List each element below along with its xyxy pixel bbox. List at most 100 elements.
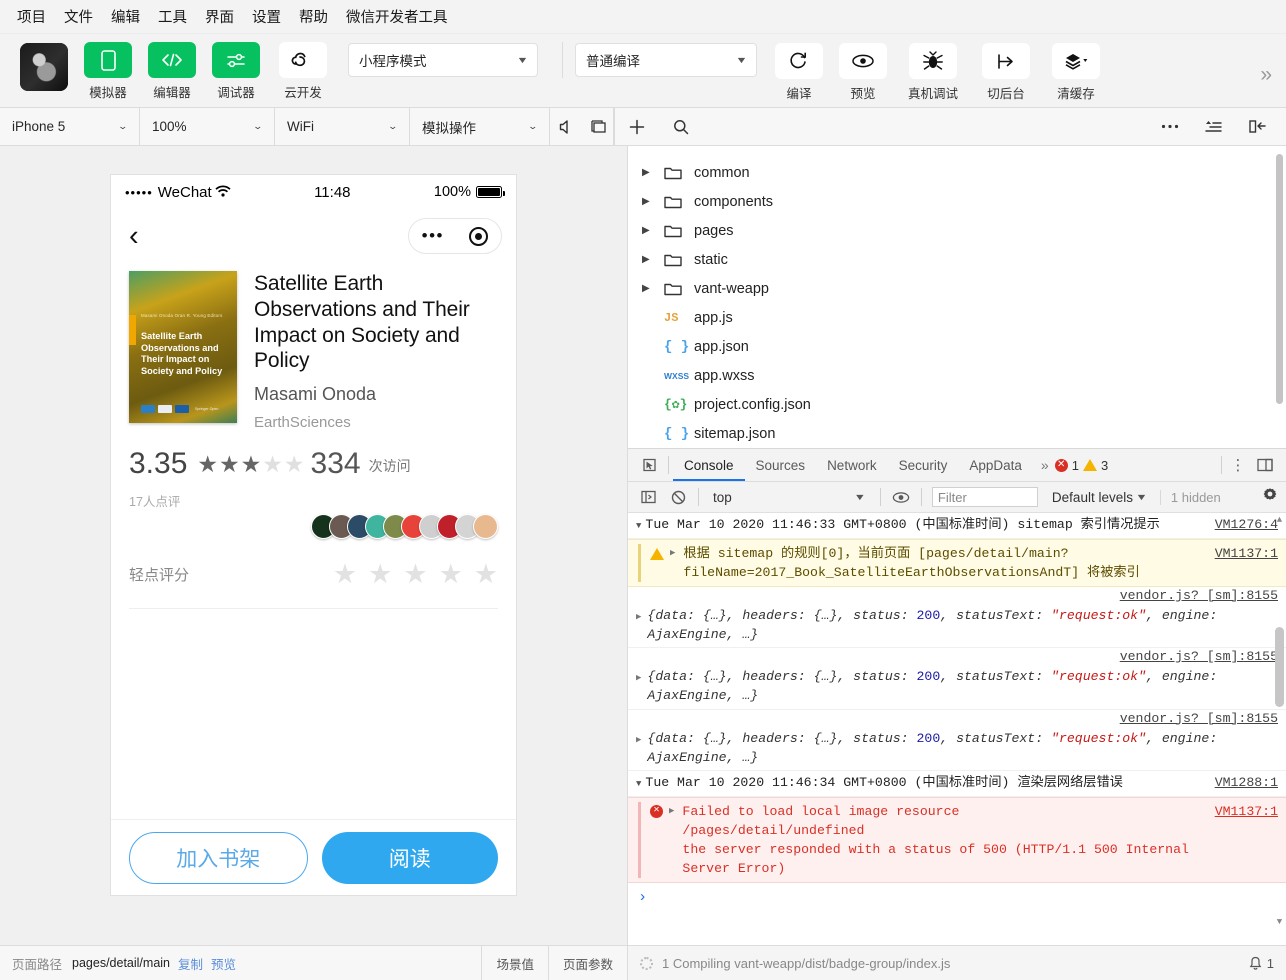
network-select[interactable]: WiFi ⌄ xyxy=(275,108,410,145)
user-avatar-button[interactable] xyxy=(18,43,70,91)
chevron-right-icon[interactable]: ▶ xyxy=(642,196,664,207)
error-count-badge[interactable]: ✕ 1 xyxy=(1054,458,1083,473)
notifications-button[interactable]: 1 xyxy=(1249,956,1274,971)
console-source-link[interactable]: VM1137:1 xyxy=(1215,802,1278,821)
tree-row-components[interactable]: ▶ components xyxy=(628,187,1286,216)
dock-side-icon[interactable] xyxy=(1250,458,1280,472)
toolbar-editor[interactable]: 编辑器 xyxy=(146,42,198,101)
toolbar-simulator[interactable]: 模拟器 xyxy=(82,42,134,101)
console-source-link[interactable]: vendor.js? [sm]:8155 xyxy=(1120,588,1278,603)
console-source-link[interactable]: VM1288:1 xyxy=(1215,774,1278,793)
clear-console-icon[interactable] xyxy=(664,490,692,505)
read-button[interactable]: 阅读 xyxy=(321,831,498,884)
expand-arrow-icon[interactable]: ▶ xyxy=(636,667,643,705)
mode-select[interactable]: 小程序模式 ▼ xyxy=(348,43,538,77)
console-group-header[interactable]: ▼ Tue Mar 10 2020 11:46:34 GMT+0800 (中国标… xyxy=(628,771,1286,797)
tab-security[interactable]: Security xyxy=(888,449,959,481)
more-icon[interactable] xyxy=(1148,108,1192,145)
menu-item-ui[interactable]: 界面 xyxy=(196,3,243,30)
chevron-right-icon[interactable]: ▶ xyxy=(642,225,664,236)
console-object-message[interactable]: vendor.js? [sm]:8155 ▶ {data: {…}, heade… xyxy=(628,648,1286,710)
page-params-button[interactable]: 页面参数 xyxy=(547,946,627,980)
back-icon[interactable]: ‹ xyxy=(125,221,139,251)
devtools-menu-icon[interactable]: ⋮ xyxy=(1226,458,1250,473)
window-icon[interactable] xyxy=(582,108,614,145)
tab-network[interactable]: Network xyxy=(816,449,888,481)
search-icon[interactable] xyxy=(659,108,703,145)
chevron-right-icon[interactable]: ▶ xyxy=(642,283,664,294)
toolbar-debugger[interactable]: 调试器 xyxy=(210,42,262,101)
triangle-down-icon[interactable]: ▼ xyxy=(636,516,641,535)
tree-row-app-wxss[interactable]: WXSS app.wxss xyxy=(628,361,1286,390)
mute-icon[interactable] xyxy=(550,108,582,145)
console-group-header[interactable]: ▼ Tue Mar 10 2020 11:46:33 GMT+0800 (中国标… xyxy=(628,513,1286,539)
console-filter-input[interactable]: Filter xyxy=(931,487,1038,507)
console-source-link[interactable]: VM1276:4 xyxy=(1215,516,1278,535)
simulate-select[interactable]: 模拟操作 ⌄ xyxy=(410,108,550,145)
menu-item-help[interactable]: 帮助 xyxy=(290,3,337,30)
menu-item-file[interactable]: 文件 xyxy=(55,3,102,30)
console-object-message[interactable]: vendor.js? [sm]:8155 ▶ {data: {…}, heade… xyxy=(628,710,1286,771)
triangle-down-icon[interactable]: ▼ xyxy=(636,774,641,793)
menu-item-project[interactable]: 项目 xyxy=(8,3,55,30)
console-source-link[interactable]: VM1137:1 xyxy=(1215,544,1278,563)
toolbar-background[interactable]: 切后台 xyxy=(977,43,1035,102)
my-rating-stars[interactable]: ★ ★ ★ ★ ★ xyxy=(333,561,498,588)
expand-arrow-icon[interactable]: ▶ xyxy=(636,606,643,644)
console-settings-icon[interactable] xyxy=(1262,487,1286,508)
chevron-right-icon[interactable]: ▶ xyxy=(642,167,664,178)
console-output[interactable]: ▼ Tue Mar 10 2020 11:46:33 GMT+0800 (中国标… xyxy=(628,513,1286,945)
chevron-right-icon[interactable]: ▶ xyxy=(642,254,664,265)
tree-row-common[interactable]: ▶ common xyxy=(628,158,1286,187)
log-levels-select[interactable]: Default levels ▼ xyxy=(1040,490,1152,505)
toolbar-clearcache[interactable]: 清缓存 xyxy=(1047,43,1105,102)
warning-count-badge[interactable]: 3 xyxy=(1082,458,1112,473)
toolbar-cloud[interactable]: 云开发 xyxy=(274,42,332,101)
compile-select[interactable]: 普通编译 ▼ xyxy=(575,43,757,77)
tabs-overflow-icon[interactable]: » xyxy=(1033,457,1055,473)
device-select[interactable]: iPhone 5 ⌄ xyxy=(0,108,140,145)
console-input-prompt[interactable]: › xyxy=(628,883,1286,912)
my-star-4[interactable]: ★ xyxy=(439,561,463,588)
console-scrollbar[interactable]: ▲ ▼ xyxy=(1275,515,1284,927)
inspect-element-icon[interactable] xyxy=(634,458,664,473)
menu-item-devtool[interactable]: 微信开发者工具 xyxy=(337,3,457,30)
my-star-5[interactable]: ★ xyxy=(474,561,498,588)
menu-item-tools[interactable]: 工具 xyxy=(149,3,196,30)
menu-item-settings[interactable]: 设置 xyxy=(243,3,290,30)
console-object-message[interactable]: vendor.js? [sm]:8155 ▶ {data: {…}, heade… xyxy=(628,587,1286,649)
my-star-1[interactable]: ★ xyxy=(333,561,357,588)
execution-context-value[interactable]: top xyxy=(705,490,855,505)
capsule-close-icon[interactable] xyxy=(469,226,489,246)
add-to-shelf-button[interactable]: 加入书架 xyxy=(129,831,308,884)
tree-row-app-js[interactable]: JS app.js xyxy=(628,303,1286,332)
expand-arrow-icon[interactable]: ▶ xyxy=(636,729,643,767)
add-icon[interactable] xyxy=(615,108,659,145)
console-warning-message[interactable]: ▶ 根据 sitemap 的规则[0]，当前页面 [pages/detail/m… xyxy=(628,538,1286,588)
capsule-more-icon[interactable]: ••• xyxy=(422,227,444,244)
my-star-2[interactable]: ★ xyxy=(368,561,392,588)
outline-icon[interactable] xyxy=(1192,108,1236,145)
tree-row-static[interactable]: ▶ static xyxy=(628,245,1286,274)
copy-link[interactable]: 复制 xyxy=(170,954,203,973)
tab-console[interactable]: Console xyxy=(673,449,745,481)
console-sidebar-icon[interactable] xyxy=(634,490,662,504)
wechat-capsule[interactable]: ••• xyxy=(408,218,502,254)
toolbar-preview[interactable]: 预览 xyxy=(837,43,889,102)
console-source-link[interactable]: vendor.js? [sm]:8155 xyxy=(1120,711,1278,726)
toolbar-compile[interactable]: 编译 xyxy=(773,43,825,102)
zoom-select[interactable]: 100% ⌄ xyxy=(140,108,275,145)
tree-row-pages[interactable]: ▶ pages xyxy=(628,216,1286,245)
file-tree-scrollbar[interactable] xyxy=(1276,154,1283,404)
menu-item-edit[interactable]: 编辑 xyxy=(102,3,149,30)
tab-sources[interactable]: Sources xyxy=(745,449,817,481)
my-star-3[interactable]: ★ xyxy=(403,561,427,588)
tree-row-project-config[interactable]: {✿} project.config.json xyxy=(628,390,1286,419)
tree-row-vant-weapp[interactable]: ▶ vant-weapp xyxy=(628,274,1286,303)
tree-row-app-json[interactable]: { } app.json xyxy=(628,332,1286,361)
chevron-down-icon[interactable]: ▼ xyxy=(854,492,878,502)
expand-arrow-icon[interactable]: ▶ xyxy=(670,544,677,582)
tab-appdata[interactable]: AppData xyxy=(958,449,1033,481)
scene-value-button[interactable]: 场景值 xyxy=(481,946,548,980)
toolbar-realdevice[interactable]: 真机调试 xyxy=(901,43,965,102)
